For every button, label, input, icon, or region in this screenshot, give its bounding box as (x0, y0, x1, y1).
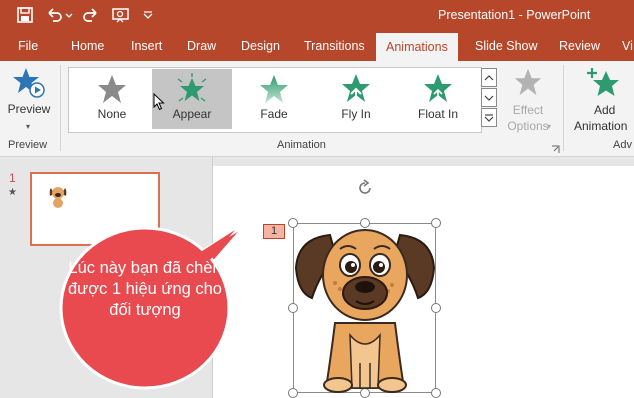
advanced-group-label: Adv (613, 139, 632, 151)
animation-fade[interactable]: Fade (234, 69, 314, 129)
group-divider (563, 65, 564, 151)
rotate-handle-icon[interactable] (355, 178, 375, 198)
tab-design[interactable]: Design (241, 31, 280, 61)
title-bar: Presentation1 - PowerPoint (0, 0, 634, 31)
tab-view[interactable]: Vi (622, 31, 633, 61)
dialog-launcher-icon[interactable] (551, 141, 560, 153)
tab-home[interactable]: Home (71, 31, 104, 61)
chevron-up-icon (484, 74, 494, 80)
animation-star-icon: ★ (8, 187, 17, 198)
star-burst-icon (177, 73, 207, 102)
customize-icon[interactable] (140, 5, 156, 25)
star-gray-icon (98, 75, 126, 103)
dog-image (294, 229, 436, 393)
ribbon: Preview ▾ Preview None Appear Fade Fly I… (0, 61, 634, 157)
gallery-scroll-up[interactable] (481, 68, 497, 87)
star-floatin-icon (424, 74, 452, 104)
animation-label: None (97, 107, 127, 121)
tab-file[interactable]: File (18, 31, 38, 61)
redo-icon[interactable] (82, 5, 100, 25)
callout-text: Lúc này bạn đã chèn được 1 hiệu ứng cho … (67, 259, 222, 319)
expand-gallery-icon (484, 113, 494, 122)
add-animation-label-2: Animation (574, 119, 628, 133)
group-divider (60, 65, 61, 151)
preview-star-icon (13, 68, 45, 98)
animation-group-label: Animation (277, 139, 326, 151)
star-fade-icon (260, 75, 288, 103)
chevron-down-icon: ▾ (547, 122, 552, 131)
tab-insert[interactable]: Insert (131, 31, 162, 61)
ribbon-tabs: File Home Insert Draw Design Transitions… (0, 31, 634, 61)
preview-label: Preview (7, 102, 51, 116)
save-icon[interactable] (14, 5, 36, 25)
animation-none[interactable]: None (72, 69, 152, 129)
add-animation-icon (587, 68, 619, 96)
animation-label: Fly In (341, 107, 371, 121)
tab-draw[interactable]: Draw (187, 31, 216, 61)
present-icon[interactable] (110, 5, 132, 25)
undo-icon[interactable] (44, 5, 74, 25)
tab-review[interactable]: Review (559, 31, 600, 61)
dog-thumbnail-image (49, 187, 67, 208)
animation-gallery: None Appear Fade Fly In Float In (68, 67, 482, 133)
star-flyin-icon (342, 74, 370, 106)
preview-button[interactable]: Preview ▾ (4, 65, 54, 135)
animation-float-in[interactable]: Float In (398, 69, 478, 129)
slide-number: 1 (9, 171, 16, 185)
chevron-down-icon: ▾ (26, 122, 31, 131)
window-title: Presentation1 - PowerPoint (438, 8, 591, 22)
chevron-down-icon (484, 95, 494, 101)
effect-options-label-1: Effect (512, 103, 544, 117)
effect-star-icon (514, 68, 542, 96)
animation-label: Float In (417, 107, 459, 121)
animation-fly-in[interactable]: Fly In (316, 69, 396, 129)
tab-animations[interactable]: Animations (376, 33, 458, 61)
gallery-more-button[interactable] (481, 108, 497, 127)
animation-label: Fade (260, 107, 288, 121)
gallery-scroll-down[interactable] (481, 88, 497, 107)
preview-group-label: Preview (8, 139, 48, 151)
add-animation-label-1: Add (594, 103, 616, 117)
add-animation-button[interactable]: Add Animation (570, 65, 634, 137)
mouse-cursor-icon (153, 93, 165, 111)
tab-transitions[interactable]: Transitions (304, 31, 365, 61)
tab-slide-show[interactable]: Slide Show (475, 31, 538, 61)
